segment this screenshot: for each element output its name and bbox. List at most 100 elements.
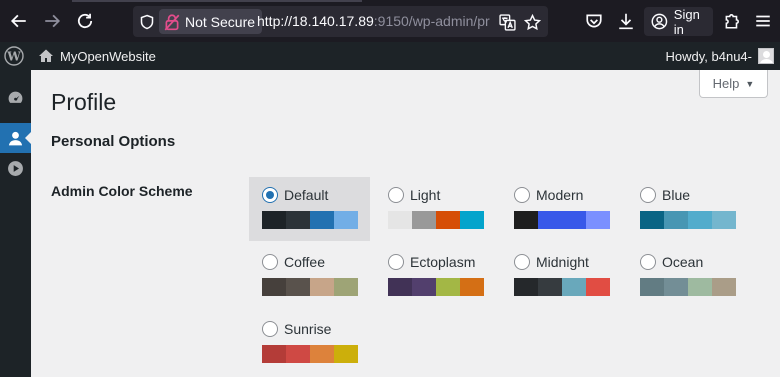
color-scheme-header: Ectoplasm [388,252,496,272]
downloads-button[interactable] [615,10,637,32]
app-menu-button[interactable] [752,10,774,32]
home-icon [39,49,53,62]
hamburger-menu-icon [756,15,770,27]
color-scheme-header: Coffee [262,252,370,272]
color-scheme-radio[interactable] [640,254,656,270]
color-scheme-radio[interactable] [514,187,530,203]
site-name-label: MyOpenWebsite [60,48,156,64]
my-account-menu[interactable]: Howdy, b4nu4- [666,42,774,70]
color-scheme-radio[interactable] [388,254,404,270]
color-swatches [388,278,496,296]
color-swatch [460,211,484,229]
color-scheme-radio[interactable] [262,187,278,203]
color-swatch [688,278,712,296]
color-scheme-radio[interactable] [262,321,278,337]
section-title-personal-options: Personal Options [51,133,176,150]
sign-in-button[interactable]: Sign in [644,7,713,37]
color-swatch [562,278,586,296]
color-swatch [262,345,286,363]
menu-item-media-play[interactable] [0,153,31,183]
not-secure-indicator[interactable]: Not Secure [159,9,263,34]
color-scheme-radio[interactable] [640,187,656,203]
account-icon [651,13,668,30]
color-scheme-name[interactable]: Ocean [662,254,703,270]
color-scheme-header: Ocean [640,252,748,272]
color-swatches [640,278,748,296]
profile-content: Help ▼ Profile Personal Options Admin Co… [31,70,780,377]
color-scheme-name[interactable]: Coffee [284,254,325,270]
color-scheme-header: Sunrise [262,319,370,339]
page-title: Profile [51,89,117,115]
url-host: http://18.140.17.89 [257,13,374,29]
tracking-protection-shield-icon[interactable] [138,13,156,31]
url-text[interactable]: http://18.140.17.89:9150/wp-admin/profil… [257,13,490,29]
color-scheme-option-modern[interactable]: Modern [501,177,622,241]
color-scheme-header: Midnight [514,252,622,272]
color-swatch [286,278,310,296]
admin-color-scheme-label: Admin Color Scheme [51,183,193,199]
color-swatches [388,211,496,229]
color-scheme-name[interactable]: Modern [536,187,583,203]
color-scheme-name[interactable]: Blue [662,187,690,203]
menu-item-users[interactable] [0,123,31,153]
color-scheme-name[interactable]: Default [284,187,328,203]
translate-icon[interactable] [498,13,516,31]
color-swatch [334,278,358,296]
color-scheme-option-light[interactable]: Light [375,177,496,241]
color-scheme-option-ectoplasm[interactable]: Ectoplasm [375,244,496,308]
color-swatch [514,278,538,296]
back-button[interactable] [8,10,30,32]
color-swatch [310,278,334,296]
color-swatches [262,211,370,229]
color-scheme-name[interactable]: Light [410,187,440,203]
active-tab-indicator [72,0,362,2]
forward-button[interactable] [41,10,63,32]
color-scheme-radio[interactable] [262,254,278,270]
color-swatch [586,278,610,296]
back-arrow-icon [10,14,26,28]
color-swatch [538,278,562,296]
color-scheme-option-ocean[interactable]: Ocean [627,244,748,308]
color-swatch [262,278,286,296]
extensions-button[interactable] [721,10,743,32]
color-scheme-option-blue[interactable]: Blue [627,177,748,241]
color-swatch [586,211,610,229]
color-swatch [514,211,538,229]
color-swatch [538,211,562,229]
color-scheme-radio[interactable] [388,187,404,203]
color-swatch [460,278,484,296]
reload-button[interactable] [74,10,96,32]
url-path: :9150/wp-admin/profile [373,13,490,29]
svg-text:W: W [6,50,21,64]
color-scheme-option-sunrise[interactable]: Sunrise [249,311,370,375]
color-scheme-header: Light [388,185,496,205]
color-scheme-option-coffee[interactable]: Coffee [249,244,370,308]
bookmark-star-icon[interactable] [523,13,541,31]
puzzle-piece-icon [725,14,739,29]
play-circle-icon [8,160,23,176]
site-name-link[interactable]: MyOpenWebsite [38,42,156,70]
howdy-label: Howdy, b4nu4- [665,48,752,64]
dashboard-gauge-icon [8,91,23,103]
wordpress-logo-icon[interactable]: W [4,46,24,66]
color-scheme-name[interactable]: Ectoplasm [410,254,475,270]
color-swatches [262,345,370,363]
help-dropdown-arrow-icon: ▼ [745,78,755,89]
pocket-button[interactable] [583,10,605,32]
color-swatch [310,211,334,229]
color-scheme-radio[interactable] [514,254,530,270]
help-tab-button[interactable]: Help ▼ [699,70,768,98]
color-swatches [514,211,622,229]
color-scheme-name[interactable]: Sunrise [284,321,331,337]
address-bar[interactable]: Not Secure http://18.140.17.89:9150/wp-a… [133,6,548,37]
color-swatch [412,278,436,296]
color-swatch [688,211,712,229]
color-swatches [640,211,748,229]
menu-item-dashboard[interactable] [0,82,31,112]
color-scheme-option-midnight[interactable]: Midnight [501,244,622,308]
color-scheme-name[interactable]: Midnight [536,254,589,270]
reload-icon [77,13,93,29]
color-swatch [436,278,460,296]
color-scheme-option-default[interactable]: Default [249,177,370,241]
color-swatch [640,211,664,229]
